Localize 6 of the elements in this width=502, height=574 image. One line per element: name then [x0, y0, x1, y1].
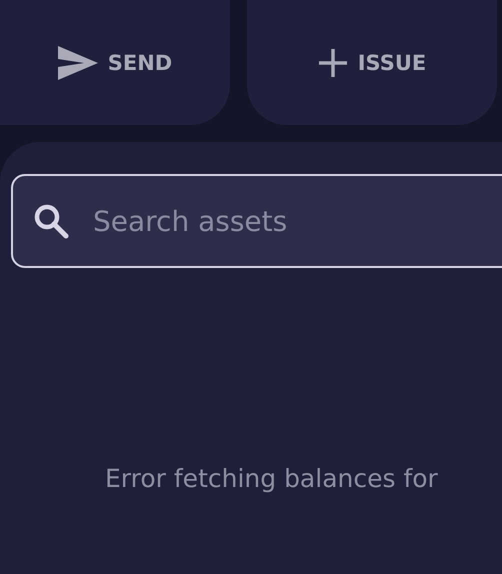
send-icon	[58, 46, 98, 80]
search-field[interactable]: Search assets	[11, 174, 502, 268]
plus-icon	[318, 48, 348, 78]
send-button[interactable]: SEND	[0, 0, 230, 125]
issue-button[interactable]: ISSUE	[247, 0, 497, 125]
error-message: Error fetching balances for	[105, 464, 438, 493]
